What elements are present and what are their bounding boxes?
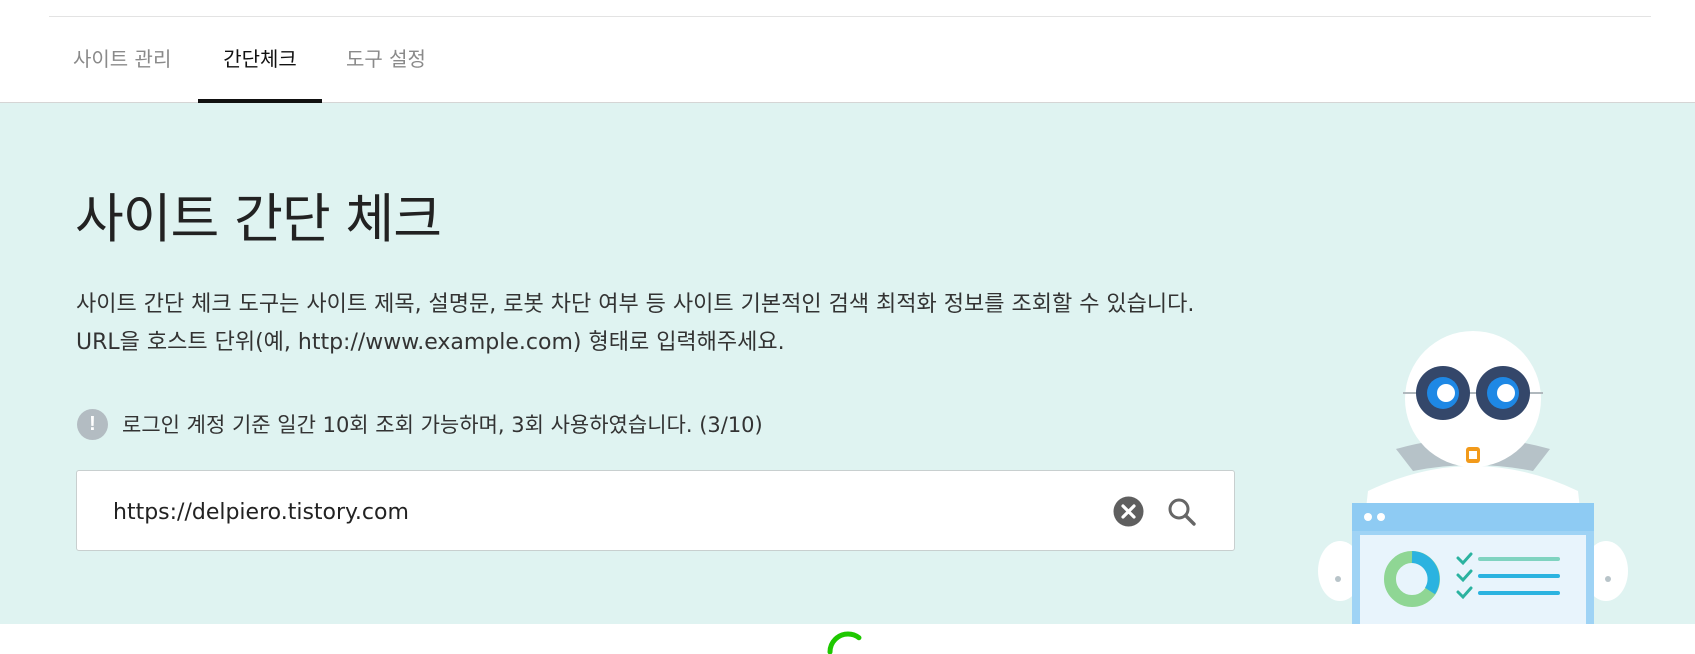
tab-tool-settings[interactable]: 도구 설정 [346,17,426,102]
usage-notice-text: 로그인 계정 기준 일간 10회 조회 가능하며, 3회 사용하였습니다. (3… [122,413,763,437]
url-input[interactable] [111,489,1065,535]
robot-illustration [1318,331,1628,624]
page-title: 사이트 간단 체크 [75,189,442,250]
tab-site-management[interactable]: 사이트 관리 [73,17,171,102]
url-search-box [76,470,1235,551]
loading-spinner-icon [827,631,869,654]
clear-icon[interactable] [1113,496,1144,527]
description-line-2: URL을 호스트 단위(예, http://www.example.com) 형… [76,330,785,355]
usage-notice: ! 로그인 계정 기준 일간 10회 조회 가능하며, 3회 사용하였습니다. … [77,408,763,440]
description-line-1: 사이트 간단 체크 도구는 사이트 제목, 설명문, 로봇 차단 여부 등 사이… [76,292,1195,317]
hero-section: 사이트 간단 체크 사이트 간단 체크 도구는 사이트 제목, 설명문, 로봇 … [0,103,1695,624]
tab-bar: 사이트 관리 간단체크 도구 설정 [0,17,1695,103]
description: 사이트 간단 체크 도구는 사이트 제목, 설명문, 로봇 차단 여부 등 사이… [76,286,1194,362]
tab-quick-check[interactable]: 간단체크 [198,17,322,102]
search-icon[interactable] [1165,495,1199,529]
exclamation-icon: ! [77,408,108,440]
